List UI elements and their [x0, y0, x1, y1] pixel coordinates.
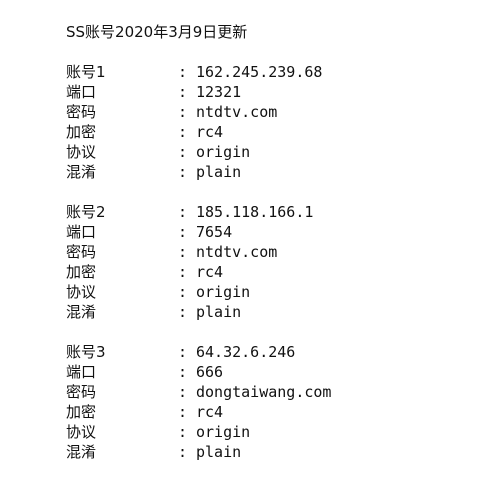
field-label: 加密	[66, 123, 97, 141]
field-value: 7654	[196, 223, 233, 241]
field-value: plain	[196, 443, 242, 461]
field-row-protocol: 协议 : origin	[66, 142, 482, 162]
field-row-account: 账号2 : 185.118.166.1	[66, 202, 482, 222]
field-separator: :	[178, 263, 188, 281]
field-row-password: 密码 : ntdtv.com	[66, 102, 482, 122]
field-separator: :	[178, 443, 188, 461]
field-row-account: 账号3 : 64.32.6.246	[66, 342, 482, 362]
field-separator: :	[178, 223, 188, 241]
field-row-protocol: 协议 : origin	[66, 422, 482, 442]
field-value: 666	[196, 363, 224, 381]
field-separator: :	[178, 83, 188, 101]
field-row-obfuscation: 混淆 : plain	[66, 162, 482, 182]
field-row-port: 端口 : 666	[66, 362, 482, 382]
account-group-2: 账号2 : 185.118.166.1 端口 : 7654 密码 : ntdtv…	[66, 202, 482, 322]
field-row-obfuscation: 混淆 : plain	[66, 302, 482, 322]
field-value: rc4	[196, 263, 224, 281]
page-title: SS账号2020年3月9日更新	[66, 23, 248, 41]
field-value: rc4	[196, 123, 224, 141]
account-group-3: 账号3 : 64.32.6.246 端口 : 666 密码 : dongtaiw…	[66, 342, 482, 462]
field-row-protocol: 协议 : origin	[66, 282, 482, 302]
field-label: 密码	[66, 243, 97, 261]
field-label: 混淆	[66, 163, 97, 181]
field-value: 185.118.166.1	[196, 203, 314, 221]
field-separator: :	[178, 363, 188, 381]
field-label: 账号1	[66, 63, 106, 81]
field-row-password: 密码 : dongtaiwang.com	[66, 382, 482, 402]
field-label: 混淆	[66, 303, 97, 321]
field-value: origin	[196, 283, 251, 301]
account-group-1: 账号1 : 162.245.239.68 端口 : 12321 密码 : ntd…	[66, 62, 482, 182]
field-separator: :	[178, 243, 188, 261]
field-value: ntdtv.com	[196, 103, 278, 121]
field-label: 协议	[66, 423, 97, 441]
field-label: 端口	[66, 363, 97, 381]
field-row-account: 账号1 : 162.245.239.68	[66, 62, 482, 82]
field-label: 协议	[66, 143, 97, 161]
field-label: 密码	[66, 383, 97, 401]
field-value: plain	[196, 163, 242, 181]
field-value: ntdtv.com	[196, 243, 278, 261]
field-separator: :	[178, 103, 188, 121]
field-row-password: 密码 : ntdtv.com	[66, 242, 482, 262]
field-label: 协议	[66, 283, 97, 301]
field-separator: :	[178, 203, 188, 221]
field-row-obfuscation: 混淆 : plain	[66, 442, 482, 462]
field-row-port: 端口 : 12321	[66, 82, 482, 102]
field-value: dongtaiwang.com	[196, 383, 332, 401]
field-separator: :	[178, 63, 188, 81]
field-separator: :	[178, 383, 188, 401]
field-separator: :	[178, 343, 188, 361]
field-value: origin	[196, 423, 251, 441]
field-label: 加密	[66, 403, 97, 421]
field-separator: :	[178, 163, 188, 181]
field-separator: :	[178, 283, 188, 301]
field-value: 64.32.6.246	[196, 343, 296, 361]
field-label: 混淆	[66, 443, 97, 461]
field-value: plain	[196, 303, 242, 321]
field-label: 密码	[66, 103, 97, 121]
field-label: 加密	[66, 263, 97, 281]
field-label: 端口	[66, 83, 97, 101]
document-body: SS账号2020年3月9日更新 账号1 : 162.245.239.68 端口 …	[66, 22, 482, 462]
field-label: 账号3	[66, 343, 106, 361]
field-row-encryption: 加密 : rc4	[66, 402, 482, 422]
field-row-encryption: 加密 : rc4	[66, 122, 482, 142]
field-value: 162.245.239.68	[196, 63, 323, 81]
field-value: 12321	[196, 83, 242, 101]
field-value: origin	[196, 143, 251, 161]
field-separator: :	[178, 123, 188, 141]
field-row-encryption: 加密 : rc4	[66, 262, 482, 282]
field-separator: :	[178, 303, 188, 321]
field-row-port: 端口 : 7654	[66, 222, 482, 242]
field-separator: :	[178, 423, 188, 441]
field-label: 端口	[66, 223, 97, 241]
field-label: 账号2	[66, 203, 106, 221]
field-separator: :	[178, 143, 188, 161]
field-value: rc4	[196, 403, 224, 421]
field-separator: :	[178, 403, 188, 421]
